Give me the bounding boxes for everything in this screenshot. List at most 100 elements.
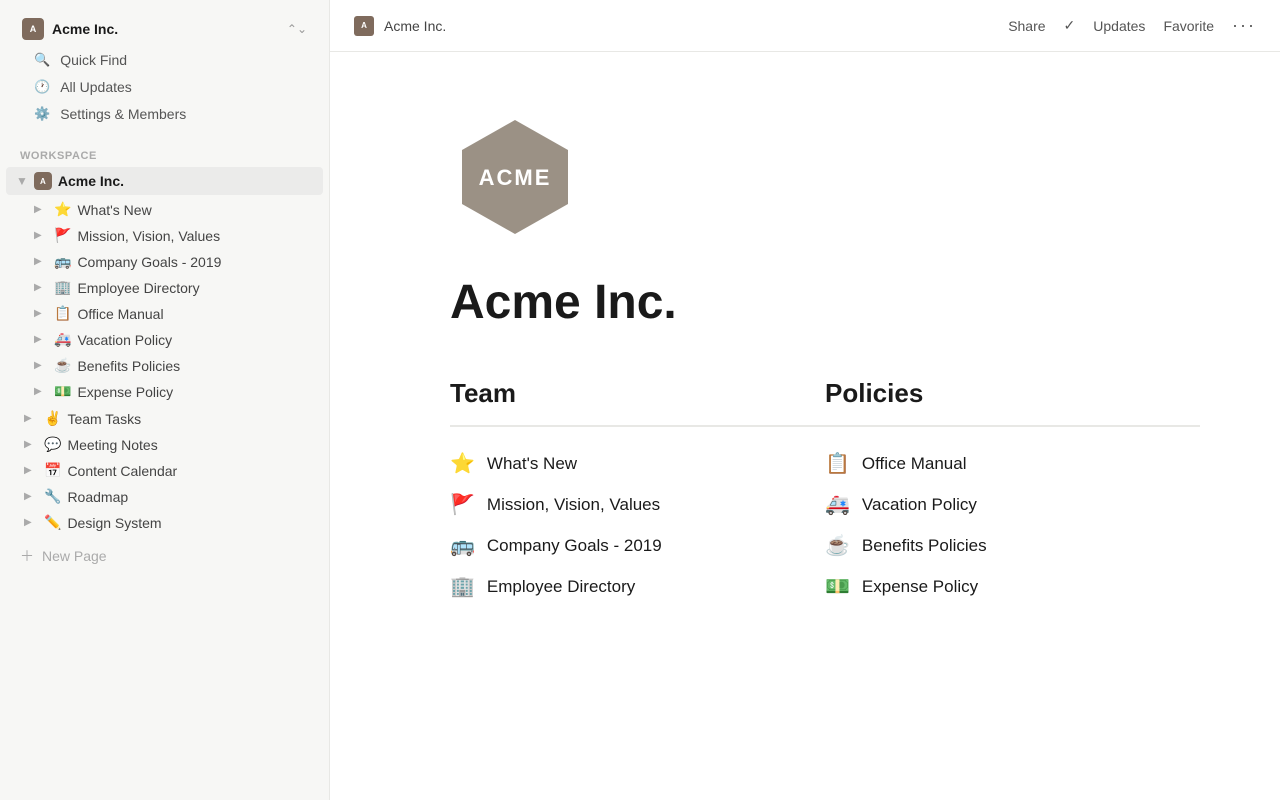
- item-emoji: ✌️: [44, 410, 61, 427]
- item-emoji: 🔧: [44, 488, 61, 505]
- share-button[interactable]: Share: [1008, 18, 1045, 34]
- sidebar-tree-item[interactable]: ▶☕Benefits Policies: [6, 353, 323, 378]
- team-list-item[interactable]: 🚌Company Goals - 2019: [450, 525, 825, 566]
- tree-arrow-icon: ▶: [34, 282, 48, 293]
- content-columns: Team ⭐ What's New 🚩Mission, Vision, Values…: [450, 378, 1200, 607]
- sidebar-top-level-item[interactable]: ▶ 💬 Meeting Notes: [6, 432, 323, 457]
- sidebar: A Acme Inc. ⌃⌄ 🔍 Quick Find 🕐 All Update…: [0, 0, 330, 800]
- item-label: Mission, Vision, Values: [77, 228, 220, 244]
- team-list-item[interactable]: 🏢 Employee Directory: [450, 566, 825, 607]
- sidebar-tree-item[interactable]: ▶🚌Company Goals - 2019: [6, 249, 323, 274]
- policies-column: Policies 📋 Office Manual 🚑 Vacation Policy ☕…: [825, 378, 1200, 607]
- sidebar-top-level-item[interactable]: ▶ 📅 Content Calendar: [6, 458, 323, 483]
- team-header: Team: [450, 378, 825, 409]
- item-emoji: 💵: [54, 383, 71, 400]
- new-page-item[interactable]: ＋ New Page: [0, 540, 329, 572]
- new-page-label: New Page: [42, 548, 107, 564]
- all-updates-item[interactable]: 🕐 All Updates: [20, 74, 309, 100]
- tree-arrow-icon: ▶: [34, 256, 48, 267]
- policy-list-item[interactable]: ☕Benefits Policies: [825, 525, 1200, 566]
- item-label: Design System: [67, 515, 161, 531]
- topbar-page-title: Acme Inc.: [384, 18, 998, 34]
- item-label: Employee Directory: [77, 280, 199, 296]
- item-emoji: 📅: [44, 462, 61, 479]
- item-label: Team Tasks: [67, 411, 141, 427]
- sidebar-tree-item[interactable]: ▶ 🚩 Mission, Vision, Values: [6, 223, 323, 248]
- quick-find-label: Quick Find: [60, 52, 127, 68]
- item-emoji: 🚌: [54, 253, 71, 270]
- item-emoji: 🚑: [825, 492, 850, 517]
- item-emoji: ⭐: [450, 451, 475, 476]
- policy-list-item[interactable]: 🚑 Vacation Policy: [825, 484, 1200, 525]
- workspace-section-label: WORKSPACE: [0, 136, 329, 166]
- tree-arrow-icon: ▶: [34, 334, 48, 345]
- team-divider: [450, 425, 825, 427]
- item-emoji: 🚑: [54, 331, 71, 348]
- tree-arrow-icon: ▶: [34, 308, 48, 319]
- item-emoji: 📋: [54, 305, 71, 322]
- page-main-title: Acme Inc.: [450, 275, 1200, 330]
- topbar: A Acme Inc. Share ✓ Updates Favorite ···: [330, 0, 1280, 52]
- sidebar-tree-item[interactable]: ▶ ⭐ What's New: [6, 197, 323, 222]
- main-content: A Acme Inc. Share ✓ Updates Favorite ···…: [330, 0, 1280, 800]
- tree-arrow-icon: ▶: [34, 230, 48, 241]
- team-list-item[interactable]: ⭐ What's New: [450, 443, 825, 484]
- item-emoji: 💬: [44, 436, 61, 453]
- policy-list-item[interactable]: 📋 Office Manual: [825, 443, 1200, 484]
- tree-arrow-icon: ▶: [24, 465, 38, 476]
- settings-item[interactable]: ⚙️ Settings & Members: [20, 101, 309, 127]
- item-emoji: ✏️: [44, 514, 61, 531]
- sidebar-tree-item[interactable]: ▶🚑Vacation Policy: [6, 327, 323, 352]
- tree-arrow-icon: ▶: [34, 204, 48, 215]
- expand-arrow-icon: ▼: [16, 174, 28, 188]
- policy-list-item[interactable]: 💵Expense Policy: [825, 566, 1200, 607]
- sidebar-tree-item[interactable]: ▶🏢Employee Directory: [6, 275, 323, 300]
- clock-icon: 🕐: [34, 79, 50, 95]
- sidebar-top-level-item[interactable]: ▶ ✏️ Design System: [6, 510, 323, 535]
- quick-find-item[interactable]: 🔍 Quick Find: [20, 47, 309, 73]
- team-items-list: ⭐ What's New 🚩Mission, Vision, Values🚌Comp…: [450, 443, 825, 607]
- item-emoji: 📋: [825, 451, 850, 476]
- item-emoji: ☕: [54, 357, 71, 374]
- tree-arrow-icon: ▶: [24, 439, 38, 450]
- svg-text:ACME: ACME: [479, 165, 552, 190]
- item-label: Expense Policy: [77, 384, 173, 400]
- tree-arrow-icon: ▶: [34, 360, 48, 371]
- plus-icon: ＋: [20, 546, 34, 566]
- sidebar-workspace-item-acme[interactable]: ▼ A Acme Inc.: [6, 167, 323, 195]
- policy-items-list: 📋 Office Manual 🚑 Vacation Policy ☕Benefits …: [825, 443, 1200, 607]
- item-emoji: 🚌: [450, 533, 475, 558]
- item-emoji: ⭐: [54, 201, 71, 218]
- more-options-button[interactable]: ···: [1232, 15, 1256, 36]
- sidebar-top-level-item[interactable]: ▶🔧Roadmap: [6, 484, 323, 509]
- acme-hex-logo: ACME: [450, 112, 580, 242]
- page-body: ACME Acme Inc. Team ⭐ What's New 🚩Mission,…: [330, 52, 1280, 800]
- workspace-header[interactable]: A Acme Inc. ⌃⌄: [14, 12, 315, 46]
- gear-icon: ⚙️: [34, 106, 50, 122]
- sidebar-top-list: ▶ ✌️ Team Tasks ▶ 💬 Meeting Notes ▶ 📅 Content Ca…: [0, 405, 329, 536]
- item-emoji: 🏢: [450, 574, 475, 599]
- team-list-item[interactable]: 🚩Mission, Vision, Values: [450, 484, 825, 525]
- tree-arrow-icon: ▶: [24, 517, 38, 528]
- topbar-actions: Share ✓ Updates Favorite ···: [1008, 15, 1256, 36]
- item-label: Content Calendar: [67, 463, 177, 479]
- logo-text: A: [30, 24, 37, 34]
- tree-arrow-icon: ▶: [34, 386, 48, 397]
- workspace-logo: A: [22, 18, 44, 40]
- policies-header: Policies: [825, 378, 1200, 409]
- sidebar-tree-item[interactable]: ▶📋Office Manual: [6, 301, 323, 326]
- sidebar-top-level-item[interactable]: ▶✌️Team Tasks: [6, 406, 323, 431]
- item-label: What's New: [77, 202, 151, 218]
- all-updates-label: All Updates: [60, 79, 132, 95]
- updates-button[interactable]: Updates: [1093, 18, 1145, 34]
- topbar-logo: A: [354, 16, 374, 36]
- item-emoji: 🚩: [54, 227, 71, 244]
- item-label: What's New: [487, 454, 577, 474]
- item-label: Office Manual: [862, 454, 967, 474]
- favorite-button[interactable]: Favorite: [1163, 18, 1214, 34]
- item-label: Employee Directory: [487, 577, 635, 597]
- sidebar-tree-item[interactable]: ▶ 💵 Expense Policy: [6, 379, 323, 404]
- item-label: Meeting Notes: [67, 437, 157, 453]
- check-icon: ✓: [1064, 17, 1076, 34]
- item-label: Vacation Policy: [862, 495, 977, 515]
